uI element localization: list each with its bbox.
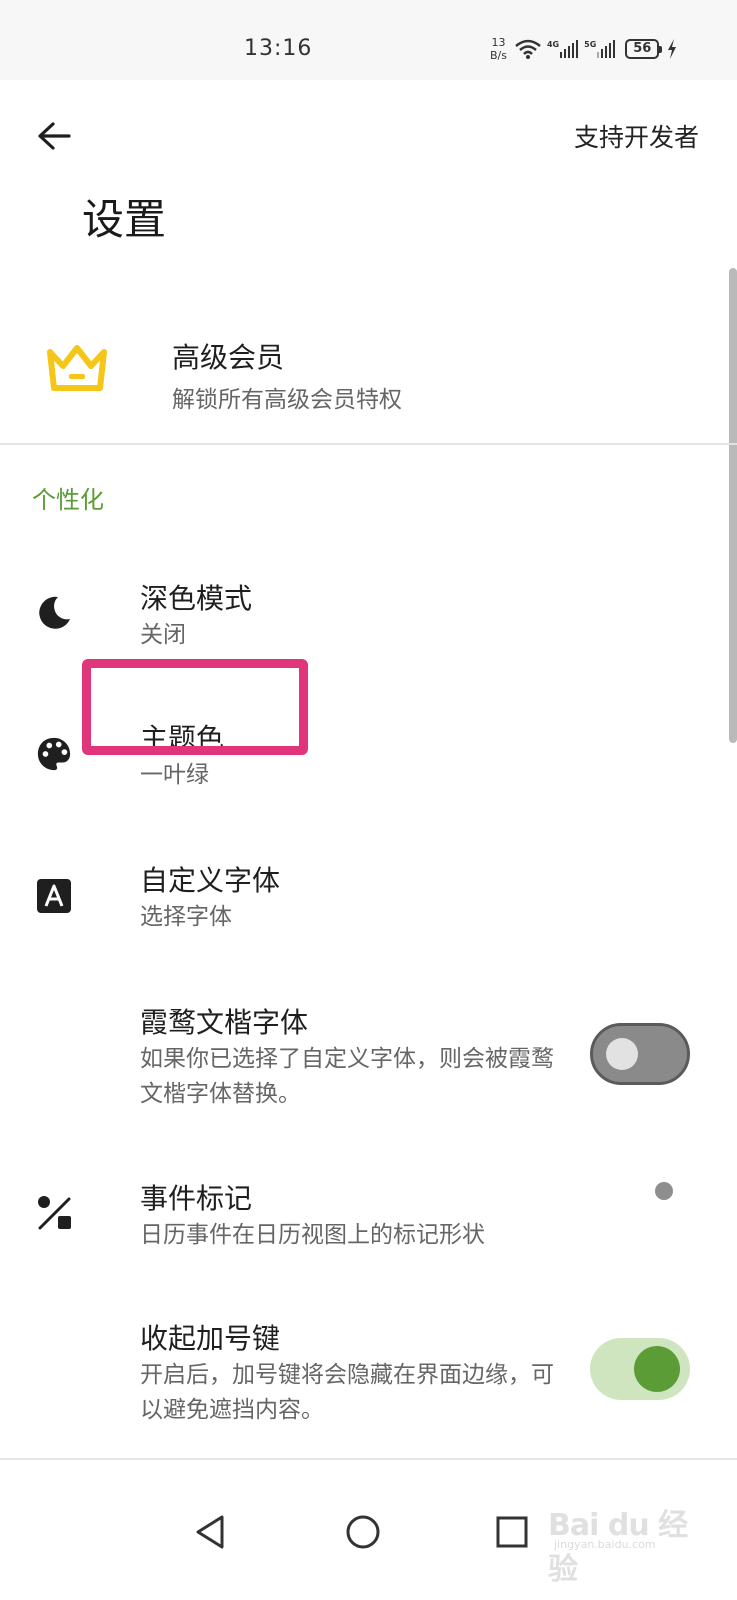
moon-icon	[36, 595, 72, 631]
toggle-knob	[606, 1038, 638, 1070]
sim2-signal-icon: 5G	[584, 40, 616, 58]
network-speed: 13 B/s	[490, 36, 507, 62]
crown-icon	[47, 345, 107, 391]
sim2-label: 5G	[584, 40, 597, 49]
baidu-watermark: Bai du 经验 jingyan.baidu.com	[548, 1498, 708, 1587]
status-bar: 13:16 13 B/s 4G 5G 56	[0, 0, 737, 80]
nav-back-button[interactable]	[188, 1510, 232, 1554]
font-icon	[36, 878, 72, 914]
premium-membership-item[interactable]: 高级会员 解锁所有高级会员特权	[0, 318, 730, 428]
shapes-icon	[36, 1194, 72, 1230]
setting-title: 自定义字体	[140, 864, 281, 897]
premium-title: 高级会员	[172, 341, 285, 374]
setting-subtitle: 开启后，加号键将会隐藏在界面边缘，可以避免遮挡内容。	[140, 1362, 554, 1423]
back-triangle-icon	[196, 1515, 224, 1549]
setting-event-marker[interactable]: 事件标记 日历事件在日历视图上的标记形状	[0, 1160, 730, 1270]
marker-shape-indicator	[655, 1182, 673, 1200]
net-speed-unit: B/s	[490, 49, 507, 62]
setting-title: 收起加号键	[140, 1322, 281, 1355]
palette-icon	[36, 736, 72, 772]
divider	[0, 443, 737, 445]
setting-title: 霞鹜文楷字体	[140, 1006, 309, 1039]
charging-bolt-icon	[668, 39, 677, 59]
collapse-fab-toggle[interactable]	[590, 1338, 690, 1400]
arrow-left-icon	[38, 122, 71, 150]
support-developer-button[interactable]: 支持开发者	[574, 118, 699, 154]
setting-title: 事件标记	[140, 1182, 253, 1215]
lxgw-font-toggle[interactable]	[590, 1023, 690, 1085]
premium-subtitle: 解锁所有高级会员特权	[172, 387, 402, 413]
setting-title: 深色模式	[140, 582, 253, 615]
sim1-signal-icon: 4G	[546, 40, 579, 58]
setting-subtitle: 一叶绿	[140, 762, 209, 788]
highlight-annotation-box	[82, 659, 308, 755]
setting-subtitle: 关闭	[140, 622, 186, 648]
toggle-knob	[634, 1346, 680, 1392]
net-speed-value: 13	[491, 36, 506, 49]
setting-lxgw-wenkai-font[interactable]: 霞鹜文楷字体 如果你已选择了自定义字体，则会被霞鹜文楷字体替换。	[0, 985, 730, 1125]
setting-dark-mode[interactable]: 深色模式 关闭	[0, 560, 730, 670]
setting-subtitle: 日历事件在日历视图上的标记形状	[140, 1222, 485, 1248]
setting-custom-font[interactable]: 自定义字体 选择字体	[0, 840, 730, 950]
watermark-url: jingyan.baidu.com	[554, 1538, 656, 1551]
back-button[interactable]	[34, 118, 74, 154]
scrollbar[interactable]	[729, 268, 737, 743]
status-icons: 13 B/s 4G 5G 56	[490, 32, 677, 66]
home-circle-icon	[346, 1515, 380, 1549]
nav-recents-button[interactable]	[490, 1510, 534, 1554]
status-time: 13:16	[244, 36, 313, 61]
page-title: 设置	[82, 195, 167, 244]
sim1-label: 4G	[546, 40, 560, 49]
setting-subtitle: 如果你已选择了自定义字体，则会被霞鹜文楷字体替换。	[140, 1046, 554, 1107]
section-header-personalization: 个性化	[32, 486, 104, 514]
wifi-icon	[515, 39, 541, 59]
setting-subtitle: 选择字体	[140, 904, 232, 930]
setting-collapse-fab[interactable]: 收起加号键 开启后，加号键将会隐藏在界面边缘，可以避免遮挡内容。	[0, 1300, 730, 1440]
nav-home-button[interactable]	[341, 1510, 385, 1554]
battery-icon: 56	[625, 39, 663, 59]
battery-level: 56	[633, 41, 652, 56]
recents-square-icon	[496, 1516, 528, 1548]
